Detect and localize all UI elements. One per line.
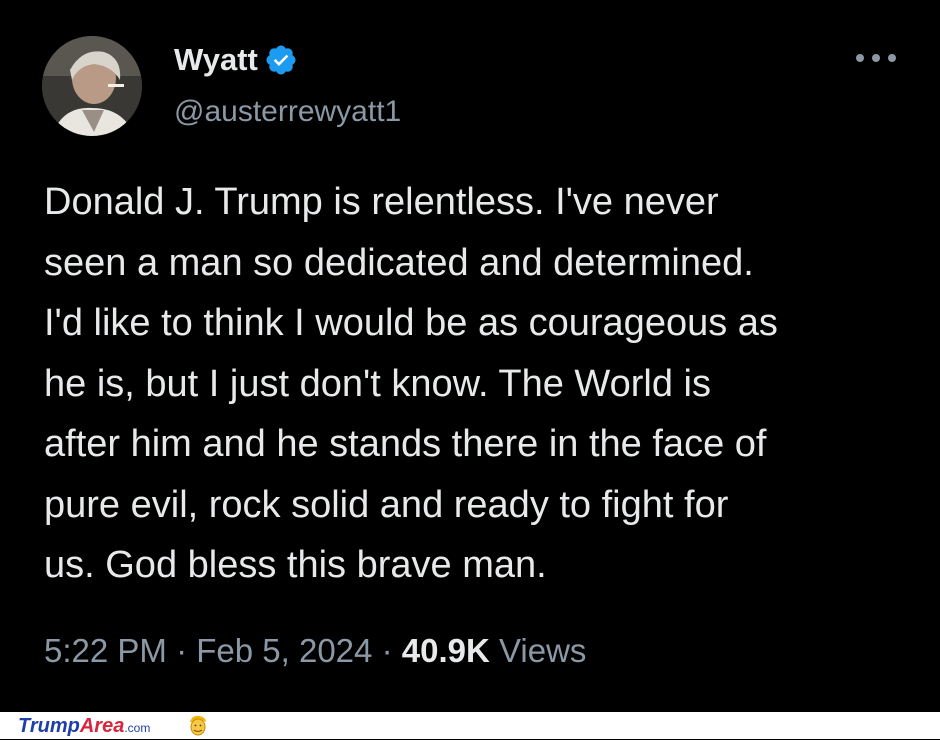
brand-part-1: Trump xyxy=(18,715,80,737)
more-dot xyxy=(856,54,864,62)
author-name-row: Wyatt xyxy=(174,42,298,78)
meta-separator: · xyxy=(176,632,188,669)
meta-separator: · xyxy=(381,632,393,669)
display-name[interactable]: Wyatt xyxy=(174,42,258,78)
avatar-photo xyxy=(42,36,142,136)
tweet-time[interactable]: 5:22 PM xyxy=(44,632,167,669)
more-options-icon[interactable] xyxy=(856,50,896,66)
views-label: Views xyxy=(498,632,587,669)
user-handle[interactable]: @austerrewyatt1 xyxy=(174,94,401,130)
brand-part-2: Area xyxy=(79,715,125,737)
watermark-footer: TrumpArea.com xyxy=(0,712,940,739)
views-count: 40.9K xyxy=(401,632,490,669)
tweet-text: Donald J. Trump is relentless. I've neve… xyxy=(44,181,778,586)
more-dot xyxy=(872,54,880,62)
avatar[interactable] xyxy=(42,36,142,136)
tweet-card: Wyatt @austerrewyatt1 Donald J. Trump is… xyxy=(0,0,940,712)
trump-face-icon xyxy=(190,715,206,736)
brand-part-3: .com xyxy=(124,721,151,735)
more-dot xyxy=(888,54,896,62)
tweet-date[interactable]: Feb 5, 2024 xyxy=(196,632,372,669)
tweet-metadata: 5:22 PM · Feb 5, 2024 · 40.9K Views xyxy=(44,630,586,672)
verified-badge-icon xyxy=(266,45,296,75)
brand-logo-text: TrumpArea.com xyxy=(18,714,150,740)
